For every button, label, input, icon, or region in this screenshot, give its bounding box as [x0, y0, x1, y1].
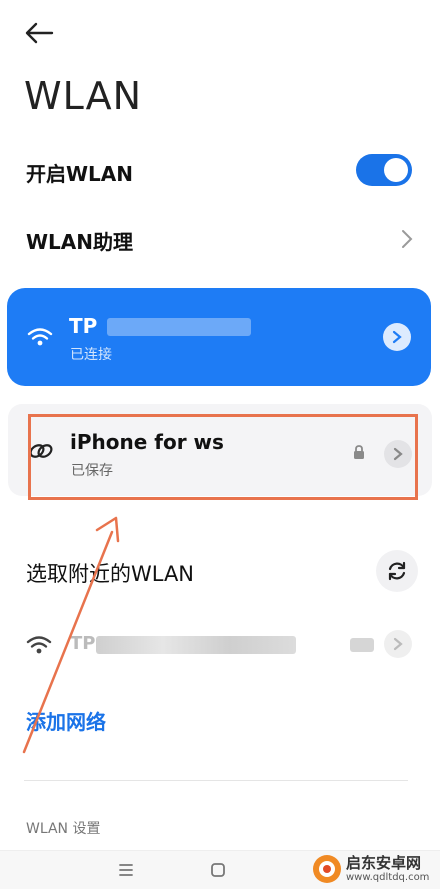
connected-network-name: TP: [69, 314, 98, 338]
toggle-knob: [384, 158, 408, 182]
wlan-toggle-label: 开启WLAN: [26, 162, 134, 186]
wlan-settings-title: WLAN 设置: [26, 821, 101, 837]
nearby-network-details-button[interactable]: [384, 630, 412, 658]
connected-network-card[interactable]: TP 已连接: [7, 288, 431, 386]
nearby-section-title: 选取附近的WLAN: [26, 562, 195, 586]
wifi-icon: [27, 328, 53, 346]
chevron-right-icon: [392, 330, 402, 344]
page-title: WLAN: [24, 74, 143, 118]
wlan-assistant-label: WLAN助理: [26, 230, 134, 254]
brand-logo-icon: [313, 855, 341, 883]
nearby-network-row[interactable]: TP: [0, 618, 440, 670]
back-button[interactable]: [22, 18, 58, 48]
redacted-info: [350, 638, 374, 652]
menu-icon[interactable]: [118, 863, 134, 877]
redacted-ssid: [96, 636, 296, 654]
connected-network-status: 已连接: [70, 347, 112, 363]
home-icon[interactable]: [210, 862, 226, 878]
watermark: 启东安卓网 www.qdltdq.com: [312, 850, 440, 888]
connected-network-details-button[interactable]: [383, 323, 411, 351]
highlight-box: [28, 414, 418, 500]
divider: [24, 780, 408, 781]
chevron-right-icon: [402, 230, 413, 248]
watermark-url: www.qdltdq.com: [346, 871, 430, 883]
wlan-toggle-switch[interactable]: [356, 154, 412, 186]
wifi-icon: [26, 636, 52, 654]
back-arrow-icon: [25, 22, 54, 44]
add-network-link[interactable]: 添加网络: [26, 706, 106, 735]
chevron-right-icon: [393, 637, 403, 651]
nearby-network-name: TP: [70, 633, 96, 654]
wlan-assistant-row[interactable]: WLAN助理: [0, 210, 440, 266]
refresh-button[interactable]: [376, 550, 418, 592]
refresh-icon: [388, 561, 406, 581]
watermark-brand: 启东安卓网: [346, 854, 422, 873]
redacted-ssid: [107, 318, 251, 336]
